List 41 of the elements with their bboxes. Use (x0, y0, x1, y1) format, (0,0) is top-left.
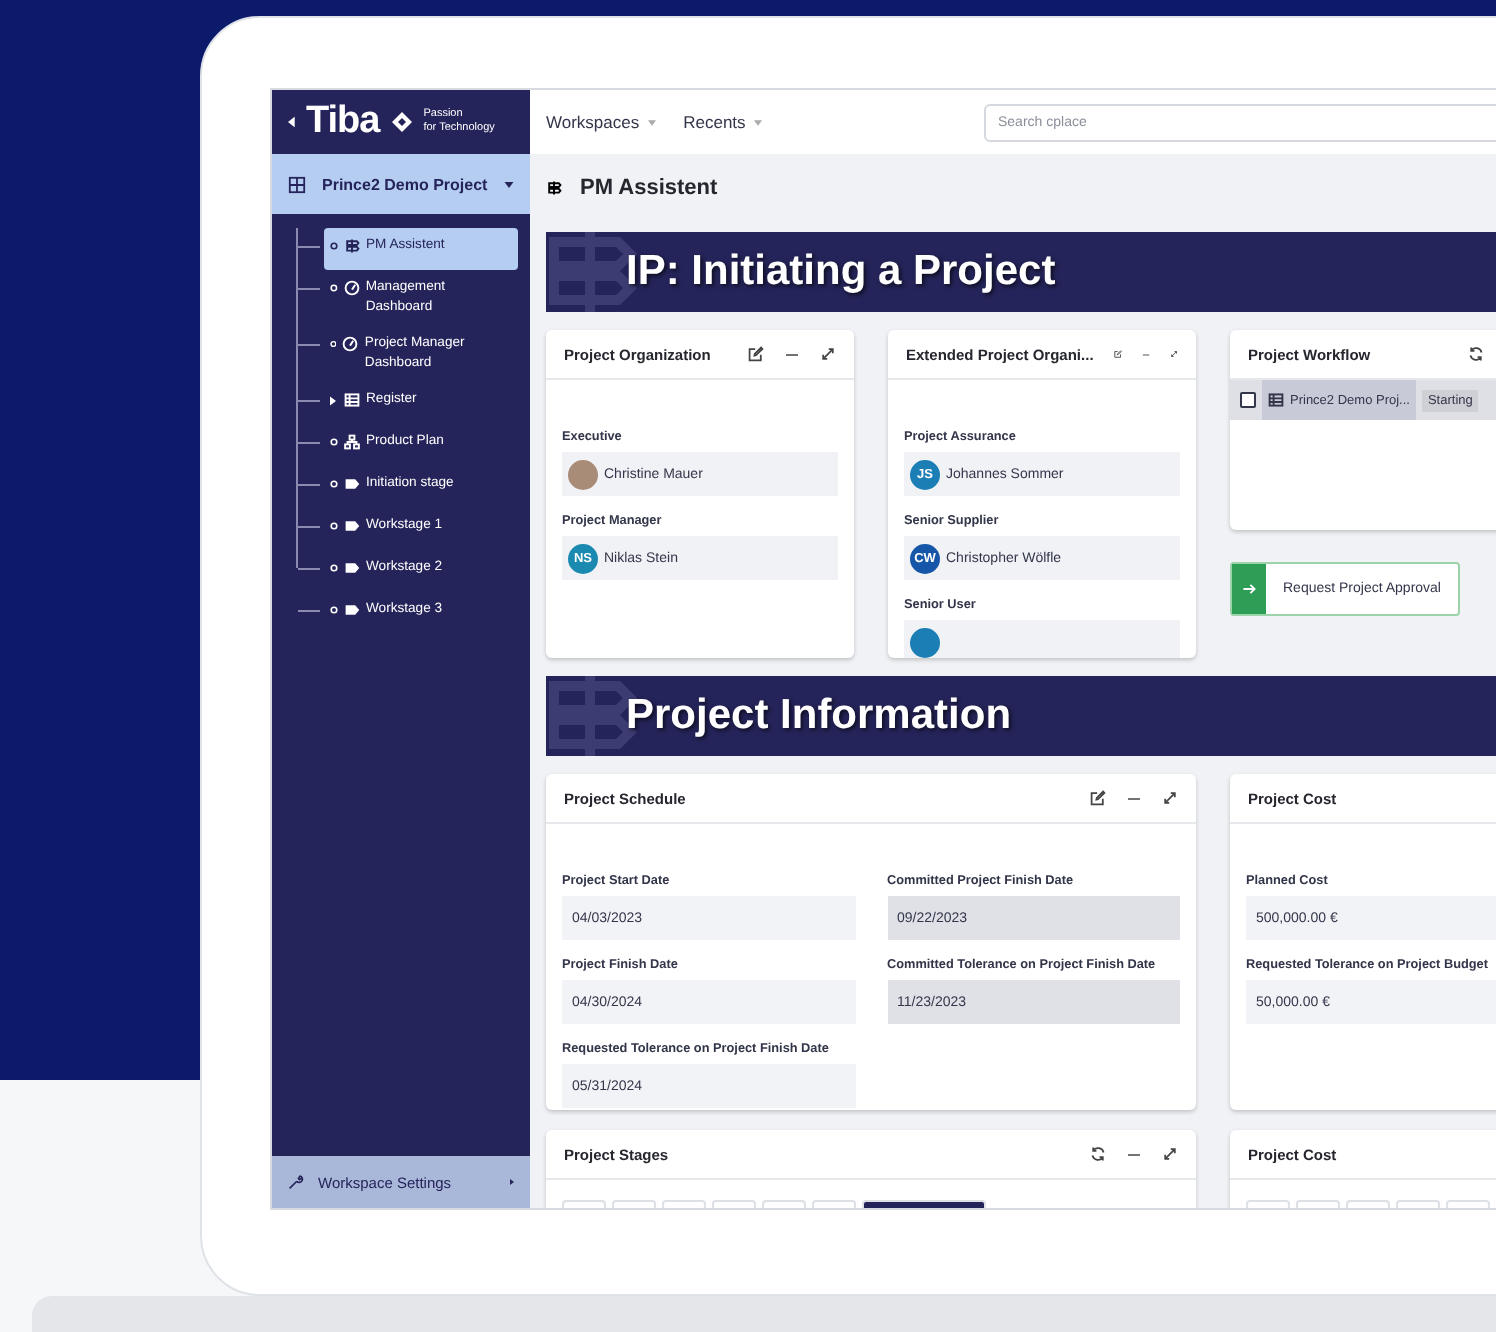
menu-item[interactable]: Workspaces (546, 112, 656, 132)
page-title: PM Assistent (580, 176, 718, 200)
expand-icon[interactable] (1162, 1146, 1178, 1162)
minimize-icon[interactable] (1126, 795, 1142, 801)
expand-icon[interactable] (820, 346, 836, 362)
logo-text: Tiba (306, 100, 380, 144)
project-selector[interactable]: Prince2 Demo Project (272, 154, 530, 214)
edit-icon[interactable] (1113, 346, 1122, 362)
logo-icon (389, 110, 414, 134)
caret-icon (504, 181, 514, 187)
caret-icon[interactable] (330, 395, 336, 405)
label-icon (344, 602, 360, 618)
caret-icon (647, 119, 656, 125)
table-icon (1268, 392, 1284, 408)
label-icon (344, 518, 360, 534)
refresh-icon[interactable] (1468, 346, 1484, 362)
expand-icon[interactable] (1169, 346, 1179, 362)
signpost-icon (344, 238, 360, 254)
expand-icon[interactable] (1162, 790, 1178, 806)
refresh-icon[interactable] (1090, 1146, 1106, 1162)
hierarchy-icon (344, 434, 360, 450)
checkbox[interactable] (1240, 392, 1256, 408)
caret-icon (753, 119, 762, 125)
section-title: IP: Initiating a Project (626, 248, 1056, 296)
gauge-icon (343, 280, 360, 296)
edit-icon[interactable] (1090, 790, 1106, 806)
wrench-icon (288, 1174, 304, 1190)
table-icon (344, 392, 360, 408)
section-title: Project Information (626, 692, 1012, 740)
label-icon (344, 560, 360, 576)
edit-icon[interactable] (748, 346, 764, 362)
menu-item[interactable]: Recents (683, 112, 762, 132)
signpost-icon (546, 180, 562, 196)
grid-icon (288, 175, 306, 193)
minimize-icon[interactable] (1126, 1151, 1142, 1157)
caret-icon (510, 1178, 514, 1186)
minimize-icon[interactable] (784, 351, 800, 357)
collapse-icon[interactable] (288, 116, 296, 128)
arrow-right-icon (1242, 582, 1256, 596)
gauge-icon (342, 336, 359, 352)
label-icon (344, 476, 360, 492)
